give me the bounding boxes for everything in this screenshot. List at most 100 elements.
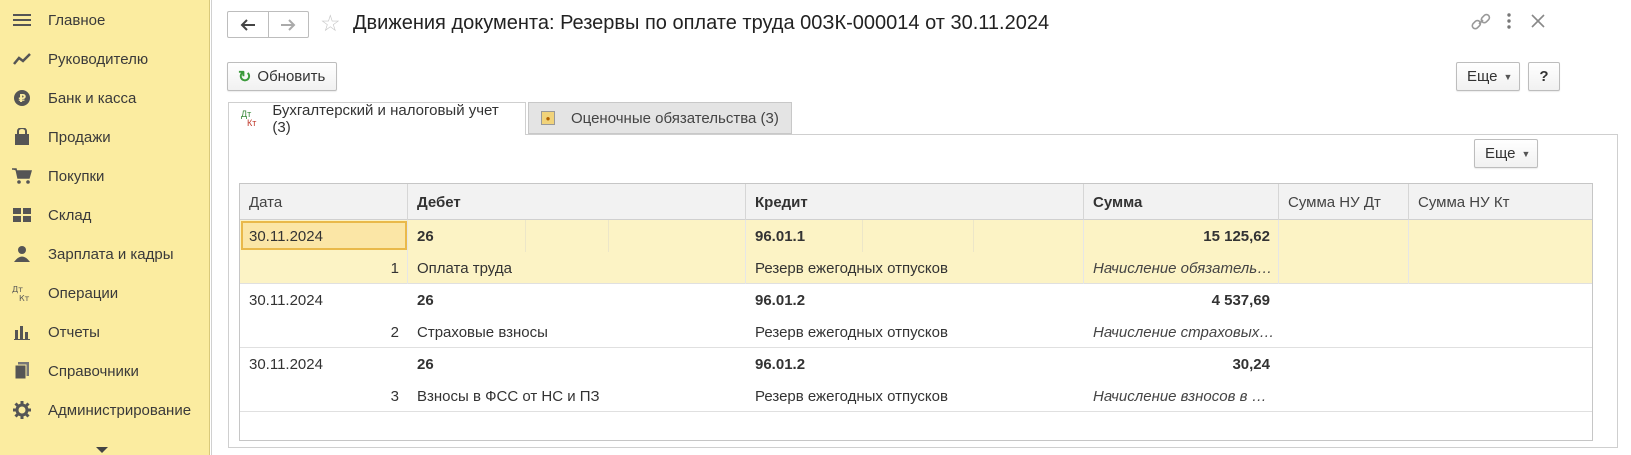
- cell-debit-subconto[interactable]: Взносы в ФСС от НС и ПЗ: [408, 380, 746, 412]
- table-more-button[interactable]: Еще ▼: [1474, 139, 1538, 168]
- cell-line-number[interactable]: 3: [240, 380, 408, 412]
- favorite-star-icon[interactable]: ☆: [320, 10, 341, 37]
- cell-credit[interactable]: 96.01.1: [746, 220, 864, 252]
- help-label: ?: [1539, 68, 1549, 85]
- sidebar-item-references[interactable]: Справочники: [0, 351, 210, 391]
- help-button[interactable]: ?: [1528, 62, 1560, 91]
- warehouse-icon: [11, 205, 33, 225]
- tab-label: Оценочные обязательства (3): [571, 109, 779, 127]
- cell-debit[interactable]: 26: [408, 284, 526, 316]
- arrow-left-icon: [240, 18, 255, 31]
- cell-line-number[interactable]: 2: [240, 316, 408, 348]
- cell-sum[interactable]: 30,24: [1084, 348, 1279, 380]
- sidebar-item-label: Продажи: [48, 128, 111, 146]
- movements-table[interactable]: Дата Дебет Кредит Сумма Сумма НУ Дт Сумм…: [239, 183, 1593, 441]
- column-header-sum-nu-kt[interactable]: Сумма НУ Кт: [1409, 184, 1592, 220]
- cell-debit-subconto[interactable]: Оплата труда: [408, 252, 746, 284]
- table-header: Дата Дебет Кредит Сумма Сумма НУ Дт Сумм…: [240, 184, 1592, 220]
- cell-credit[interactable]: 96.01.2: [746, 284, 864, 316]
- close-icon[interactable]: [1530, 12, 1546, 35]
- svg-text:₽: ₽: [19, 92, 27, 105]
- cell-date[interactable]: 30.11.2024: [240, 284, 408, 316]
- sidebar-item-reports[interactable]: Отчеты: [0, 312, 210, 352]
- link-icon[interactable]: [1471, 12, 1491, 37]
- refresh-button[interactable]: ↻ Обновить: [227, 62, 337, 91]
- sidebar-item-manager[interactable]: Руководителю: [0, 39, 210, 79]
- more-label: Еще: [1467, 68, 1498, 85]
- sidebar-item-warehouse[interactable]: Склад: [0, 195, 210, 235]
- sidebar-item-administration[interactable]: Администрирование: [0, 390, 210, 430]
- sidebar-item-label: Операции: [48, 284, 119, 302]
- history-nav: [227, 11, 309, 38]
- scroll-down-icon[interactable]: [96, 447, 108, 453]
- sidebar-item-label: Покупки: [48, 167, 105, 185]
- table-row[interactable]: 30.11.2024 26 96.01.2 30,24 3 Взносы в Ф…: [240, 348, 1592, 412]
- trend-icon: [11, 49, 33, 69]
- sidebar-item-label: Администрирование: [48, 401, 192, 419]
- cell-content[interactable]: Начисление взносов в …: [1084, 380, 1279, 412]
- svg-text:Кт: Кт: [19, 294, 30, 302]
- caret-down-icon: ▼: [1503, 71, 1513, 82]
- sidebar-item-label: Зарплата и кадры: [48, 245, 174, 263]
- sidebar-item-salary[interactable]: Зарплата и кадры: [0, 234, 210, 274]
- cell-credit-subconto[interactable]: Резерв ежегодных отпусков: [746, 380, 1084, 412]
- sidebar-item-label: Справочники: [48, 362, 139, 380]
- more-button[interactable]: Еще ▼: [1456, 62, 1520, 91]
- sidebar-item-label: Главное: [48, 11, 106, 29]
- books-icon: [11, 361, 33, 381]
- cell-content[interactable]: Начисление страховых…: [1084, 316, 1279, 348]
- person-icon: [11, 244, 33, 264]
- page-title: Движения документа: Резервы по оплате тр…: [353, 12, 1050, 34]
- more-label: Еще: [1485, 145, 1516, 162]
- tab-accounting[interactable]: Дт Кт Бухгалтерский и налоговый учет (3): [228, 102, 526, 136]
- sidebar-item-main[interactable]: Главное: [0, 0, 210, 40]
- sidebar-item-label: Отчеты: [48, 323, 100, 341]
- sidebar-item-label: Склад: [48, 206, 92, 224]
- bag-icon: [11, 127, 33, 147]
- tab-estimated-liabilities[interactable]: ● Оценочные обязательства (3): [528, 102, 792, 134]
- svg-text:Дт: Дт: [12, 285, 23, 294]
- sidebar-item-operations[interactable]: Дт Кт Операции: [0, 273, 210, 313]
- cell-sum[interactable]: 4 537,69: [1084, 284, 1279, 316]
- cell-credit[interactable]: 96.01.2: [746, 348, 864, 380]
- bar-chart-icon: [11, 322, 33, 342]
- cell-date[interactable]: 30.11.2024: [240, 220, 408, 252]
- cart-icon: [11, 166, 33, 186]
- column-header-debit[interactable]: Дебет: [408, 184, 746, 220]
- cell-credit-subconto[interactable]: Резерв ежегодных отпусков: [746, 252, 1084, 284]
- cell-debit[interactable]: 26: [408, 348, 526, 380]
- dt-kt-icon: Дт Кт: [241, 109, 257, 128]
- cell-credit-subconto[interactable]: Резерв ежегодных отпусков: [746, 316, 1084, 348]
- coin-icon: ₽: [11, 88, 33, 108]
- cell-debit-subconto[interactable]: Страховые взносы: [408, 316, 746, 348]
- main-area: ☆ Движения документа: Резервы по оплате …: [211, 0, 1631, 455]
- menu-lines-icon: [11, 10, 33, 30]
- register-icon: ●: [541, 111, 555, 125]
- gear-icon: [11, 400, 33, 420]
- caret-down-icon: ▼: [1521, 148, 1531, 159]
- tab-label: Бухгалтерский и налоговый учет (3): [272, 102, 499, 136]
- table-row[interactable]: 30.11.2024 26 96.01.2 4 537,69 2 Страхов…: [240, 284, 1592, 348]
- back-button[interactable]: [228, 12, 268, 37]
- refresh-icon: ↻: [238, 68, 252, 86]
- cell-content[interactable]: Начисление обязатель…: [1084, 252, 1279, 284]
- sidebar-item-purchases[interactable]: Покупки: [0, 156, 210, 196]
- arrow-right-icon: [281, 18, 296, 31]
- sidebar-item-bank[interactable]: ₽ Банк и касса: [0, 78, 210, 118]
- sidebar-item-sales[interactable]: Продажи: [0, 117, 210, 157]
- dt-kt-icon: Дт Кт: [11, 283, 33, 303]
- sidebar-item-label: Банк и касса: [48, 89, 137, 107]
- forward-button[interactable]: [267, 12, 309, 37]
- sidebar-item-label: Руководителю: [48, 50, 149, 68]
- cell-debit[interactable]: 26: [408, 220, 526, 252]
- column-header-sum[interactable]: Сумма: [1084, 184, 1279, 220]
- column-header-credit[interactable]: Кредит: [746, 184, 1084, 220]
- cell-date[interactable]: 30.11.2024: [240, 348, 408, 380]
- more-vertical-icon[interactable]: [1506, 12, 1512, 35]
- sidebar: Главное Руководителю ₽ Банк и касса Прод…: [0, 0, 210, 455]
- column-header-sum-nu-dt[interactable]: Сумма НУ Дт: [1279, 184, 1409, 220]
- table-row[interactable]: 30.11.2024 26 96.01.1 15 125,62 1 Оплата…: [240, 220, 1592, 284]
- cell-line-number[interactable]: 1: [240, 252, 408, 284]
- column-header-date[interactable]: Дата: [240, 184, 408, 220]
- cell-sum[interactable]: 15 125,62: [1084, 220, 1279, 252]
